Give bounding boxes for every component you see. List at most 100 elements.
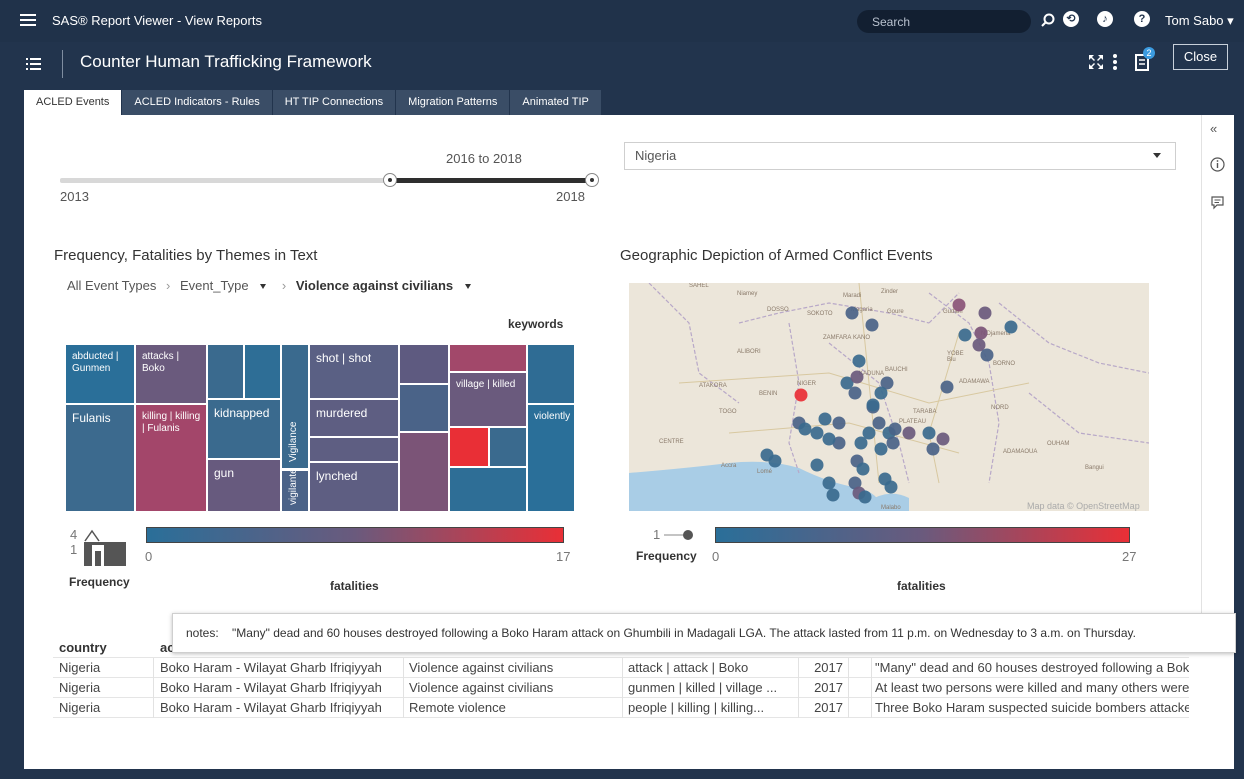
search-icon[interactable] [1041, 13, 1055, 27]
info-icon[interactable] [1210, 157, 1225, 172]
table-row[interactable]: Nigeria Boko Haram - Wilayat Gharb Ifriqi… [53, 658, 1189, 678]
user-menu[interactable]: Tom Sabo ▾ [1165, 13, 1234, 29]
expand-icon[interactable] [1088, 54, 1104, 70]
treemap-cell[interactable]: murdered [309, 399, 399, 437]
column-divider[interactable] [403, 658, 404, 718]
search-input[interactable]: Search [857, 10, 1031, 33]
treemap-title: Frequency, Fatalities by Themes in Text [54, 247, 318, 264]
treemap-cell[interactable]: attacks | Boko [135, 344, 207, 404]
hamburger-menu-icon[interactable] [20, 14, 36, 27]
map-event-marker [866, 398, 880, 412]
conflict-events-map[interactable]: Niamey Maradi Zinder Goure Gudam Magaria DOSSO… [629, 283, 1149, 511]
table-row[interactable]: Nigeria Boko Haram - Wilayat Gharb Ifriqi… [53, 698, 1189, 718]
tab-animated-tip[interactable]: Animated TIP [510, 90, 601, 115]
close-button[interactable]: Close [1173, 44, 1228, 70]
more-options-icon[interactable] [1112, 53, 1118, 71]
treemap-cell[interactable]: vigilante [281, 469, 309, 512]
treemap-cell[interactable] [449, 427, 489, 467]
treemap-cell[interactable] [449, 467, 527, 512]
map-color-legend-title: fatalities [897, 579, 946, 593]
treemap-cell[interactable] [399, 384, 449, 432]
treemap-cell-label: gun [214, 466, 235, 480]
table-row[interactable]: Nigeria Boko Haram - Wilayat Gharb Ifriqi… [53, 678, 1189, 698]
treemap-cell[interactable] [207, 344, 244, 399]
cell-keywords: people | killing | killing... [628, 700, 765, 715]
map-place-label: Accra [721, 463, 737, 469]
map-place-label: SAHEL [689, 283, 709, 289]
map-place-label: Lomé [757, 469, 773, 475]
map-event-marker [794, 388, 808, 402]
treemap-cell[interactable] [489, 427, 527, 467]
column-divider[interactable] [622, 658, 623, 718]
treemap-cell[interactable]: shot | shot [309, 344, 399, 399]
breadcrumb-all-event-types[interactable]: All Event Types [67, 278, 156, 293]
cell-actor: Boko Haram - Wilayat Gharb Ifriqiyyah [160, 680, 382, 695]
map-event-marker [832, 416, 846, 430]
treemap-cell[interactable] [449, 344, 527, 372]
treemap-cell-label: violently [534, 411, 571, 422]
treemap-cell[interactable]: Vigilance [281, 344, 309, 469]
treemap-cell[interactable] [399, 432, 449, 512]
treemap-cell[interactable]: lynched [309, 462, 399, 512]
treemap-cell[interactable]: gun [207, 459, 281, 512]
treemap-cell[interactable] [399, 344, 449, 384]
column-header-country[interactable]: country [59, 640, 149, 655]
map-place-label: BENIN [759, 391, 777, 397]
column-divider[interactable] [798, 658, 799, 718]
map-size-legend-bubble [664, 530, 693, 540]
country-dropdown[interactable]: Nigeria [624, 142, 1176, 170]
map-size-legend-title: Frequency [636, 549, 697, 563]
top-bar: SAS® Report Viewer - View Reports Search… [0, 0, 1244, 42]
collapse-panel-icon[interactable]: « [1210, 121, 1217, 136]
slider-selected-range [390, 178, 592, 183]
tab-ht-tip-connections[interactable]: HT TIP Connections [272, 90, 396, 115]
cell-notes: Three Boko Haram suspected suicide bombe… [875, 700, 1189, 715]
slider-start-handle[interactable] [383, 173, 397, 187]
comments-icon[interactable] [1210, 195, 1225, 210]
report-list-icon[interactable] [26, 57, 41, 71]
map-event-marker [884, 480, 898, 494]
treemap-cell[interactable] [309, 437, 399, 462]
map-event-marker [818, 412, 832, 426]
map-event-marker [826, 488, 840, 502]
cell-actor: Boko Haram - Wilayat Gharb Ifriqiyyah [160, 660, 382, 675]
treemap-cell[interactable]: violently [527, 404, 575, 512]
breadcrumb-violence-against-civilians[interactable]: Violence against civilians [296, 278, 477, 293]
app-title: SAS® Report Viewer - View Reports [52, 13, 262, 28]
tab-acled-events[interactable]: ACLED Events [24, 90, 122, 115]
treemap-cell-label: village | killed [456, 379, 516, 390]
recent-icon[interactable]: ⟲ [1063, 11, 1079, 27]
treemap-cell[interactable]: Fulanis [65, 404, 135, 512]
cell-keywords: gunmen | killed | village ... [628, 680, 778, 695]
map-event-marker [978, 306, 992, 320]
treemap-cell[interactable]: abducted | Gunmen [65, 344, 135, 404]
report-notes-button[interactable]: 2 [1133, 47, 1155, 71]
tab-acled-indicators-rules[interactable]: ACLED Indicators - Rules [122, 90, 272, 115]
help-icon[interactable]: ? [1134, 11, 1150, 27]
map-event-marker [848, 386, 862, 400]
treemap-cell[interactable]: village | killed [449, 372, 527, 427]
cell-event-type: Remote violence [409, 700, 506, 715]
slider-end-handle[interactable] [585, 173, 599, 187]
treemap-cell[interactable] [527, 344, 575, 404]
tab-migration-patterns[interactable]: Migration Patterns [396, 90, 510, 115]
notifications-bell-icon[interactable]: ♪ [1097, 11, 1113, 27]
cell-country: Nigeria [59, 660, 101, 675]
column-divider[interactable] [153, 658, 154, 718]
breadcrumb-event-type[interactable]: Event_Type [180, 278, 272, 293]
column-divider[interactable] [848, 658, 849, 718]
map-event-marker [810, 458, 824, 472]
slider-min-label: 2013 [60, 189, 89, 204]
treemap-cell[interactable]: killing | killing | Fulanis [135, 404, 207, 512]
treemap-cell[interactable] [244, 344, 281, 399]
treemap-cell[interactable] [281, 469, 309, 471]
map-place-label: Blu [947, 357, 956, 363]
slider-max-label: 2018 [556, 189, 585, 204]
treemap-cell-label: lynched [316, 469, 358, 483]
map-event-marker [926, 442, 940, 456]
map-event-marker [974, 326, 988, 340]
treemap-cell-label: kidnapped [214, 406, 270, 420]
treemap-cell[interactable]: kidnapped [207, 399, 281, 459]
column-divider[interactable] [871, 658, 872, 718]
treemap-cell-label: Vigilance [288, 421, 299, 462]
